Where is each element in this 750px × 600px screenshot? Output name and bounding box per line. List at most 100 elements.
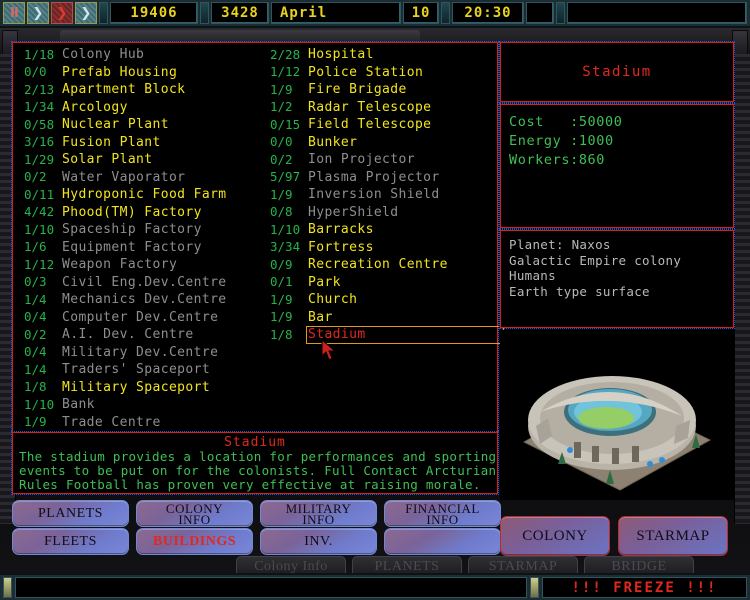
building-row[interactable]: 0/2 A.I. Dev. Centre xyxy=(16,326,262,344)
building-quantity: 0/11 xyxy=(24,186,55,202)
building-quantity: 4/42 xyxy=(24,204,55,219)
building-name: Computer Dev.Centre xyxy=(62,309,219,325)
building-quantity: 1/9 xyxy=(270,81,293,97)
financial-info-button[interactable]: FINANCIAL INFO xyxy=(384,500,501,527)
building-quantity: 0/4 xyxy=(24,309,47,324)
building-row[interactable]: 1/34 Arcology xyxy=(16,99,262,117)
colony-info-button-sublabel: INFO xyxy=(178,511,211,527)
starmap-button[interactable]: STARMAP xyxy=(618,516,728,556)
building-row[interactable]: 0/58 Nuclear Plant xyxy=(16,116,262,134)
building-quantity: 1/4 xyxy=(24,361,47,377)
building-row[interactable]: 0/11 Hydroponic Food Farm xyxy=(16,186,262,204)
building-row[interactable]: 1/6 Equipment Factory xyxy=(16,239,262,257)
building-row[interactable]: 1/9 Trade Centre xyxy=(16,414,262,432)
building-row[interactable]: 0/0 Bunker xyxy=(262,134,492,152)
building-row[interactable]: 0/2 Water Vaporator xyxy=(16,169,262,187)
building-row[interactable]: 5/97 Plasma Projector xyxy=(262,169,492,187)
building-row[interactable]: 3/16 Fusion Plant xyxy=(16,134,262,152)
building-row[interactable]: 1/29 Solar Plant xyxy=(16,151,262,169)
starmap-button-label: STARMAP xyxy=(636,527,710,544)
building-row[interactable]: 1/18 Colony Hub xyxy=(16,46,262,64)
button-row-primary: PLANETS COLONY INFO MILITARY INFO FINANCIAL IN… xyxy=(12,500,501,527)
building-row[interactable]: 0/0 Prefab Housing xyxy=(16,64,262,82)
building-row[interactable]: 1/10 Barracks xyxy=(262,221,492,239)
building-row[interactable]: 0/2 Ion Projector xyxy=(262,151,492,169)
play-button[interactable]: ❯ xyxy=(27,2,49,24)
building-name: Equipment Factory xyxy=(62,239,202,255)
blank-button[interactable] xyxy=(384,528,501,555)
building-row[interactable]: 0/9 Recreation Centre xyxy=(262,256,492,274)
main-frame: 1/18 Colony Hub 0/0 Prefab Housing 2/13 Apart… xyxy=(0,28,750,578)
financial-info-button-sublabel: INFO xyxy=(426,511,459,527)
military-info-button[interactable]: MILITARY INFO xyxy=(260,500,377,527)
building-row[interactable]: 1/9 Inversion Shield xyxy=(262,186,492,204)
stadium-render xyxy=(522,376,712,491)
planet-info-line: Galactic Empire colony xyxy=(509,252,682,268)
play-button-glyph: ❯ xyxy=(32,5,44,21)
building-name: HyperShield xyxy=(308,204,399,220)
building-row[interactable]: 0/3 Civil Eng.Dev.Centre xyxy=(16,274,262,292)
building-row[interactable]: 1/8 Military Spaceport xyxy=(16,379,262,397)
building-row[interactable]: 4/42 Phood(TM) Factory xyxy=(16,204,262,222)
building-name: Prefab Housing xyxy=(62,64,178,80)
building-row[interactable]: 1/8 Stadium xyxy=(262,326,504,344)
description-text: The stadium provides a location for perf… xyxy=(19,449,497,492)
building-row[interactable]: 3/34 Fortress xyxy=(262,239,492,257)
building-name: Military Dev.Centre xyxy=(62,344,219,360)
building-row[interactable]: 2/28 Hospital xyxy=(262,46,492,64)
colony-info-button[interactable]: COLONY INFO xyxy=(136,500,253,527)
building-quantity: 1/12 xyxy=(270,64,301,79)
building-row[interactable]: 0/1 Park xyxy=(262,274,492,292)
building-quantity: 0/2 xyxy=(24,169,47,184)
building-3d-view xyxy=(500,330,734,500)
buildings-list-panel[interactable]: 1/18 Colony Hub 0/0 Prefab Housing 2/13 Apart… xyxy=(11,41,504,443)
message-slot xyxy=(567,2,747,24)
building-row[interactable]: 1/2 Radar Telescope xyxy=(262,99,492,117)
pause-button[interactable]: II xyxy=(3,2,25,24)
building-row[interactable]: 0/8 HyperShield xyxy=(262,204,492,222)
building-row[interactable]: 1/9 Fire Brigade xyxy=(262,81,492,99)
status-lug xyxy=(3,577,12,598)
fast-forward-button[interactable]: ❯ xyxy=(51,2,73,24)
planets-button[interactable]: PLANETS xyxy=(12,500,129,527)
building-row[interactable]: 1/4 Mechanics Dev.Centre xyxy=(16,291,262,309)
building-row[interactable]: 1/9 Church xyxy=(262,291,492,309)
fleets-button-label: FLEETS xyxy=(44,534,97,549)
building-quantity: 0/9 xyxy=(270,256,293,272)
button-row-right: COLONY STARMAP xyxy=(500,516,728,556)
building-quantity: 0/8 xyxy=(270,204,293,219)
building-row[interactable]: 1/12 Police Station xyxy=(262,64,492,82)
building-row[interactable]: 1/12 Weapon Factory xyxy=(16,256,262,274)
building-quantity: 1/29 xyxy=(24,151,55,167)
building-row[interactable]: 1/10 Bank xyxy=(16,396,262,414)
building-name: Park xyxy=(308,274,341,290)
building-quantity: 0/3 xyxy=(24,274,47,289)
turbo-button[interactable]: ❯ xyxy=(75,2,97,24)
building-row[interactable]: 1/9 Bar xyxy=(262,309,492,327)
building-row[interactable]: 0/4 Computer Dev.Centre xyxy=(16,309,262,327)
building-name: Police Station xyxy=(308,64,424,80)
description-line: The stadium provides a location for perf… xyxy=(19,449,497,464)
building-quantity: 1/18 xyxy=(24,46,55,62)
inventory-button[interactable]: INV. xyxy=(260,528,377,555)
building-row[interactable]: 0/4 Military Dev.Centre xyxy=(16,344,262,362)
building-row[interactable]: 1/4 Traders' Spaceport xyxy=(16,361,262,379)
description-title: Stadium xyxy=(224,435,286,450)
building-name: Stadium xyxy=(308,327,366,343)
building-name: Plasma Projector xyxy=(308,169,440,185)
building-row[interactable]: 0/15 Field Telescope xyxy=(262,116,492,134)
building-name: Trade Centre xyxy=(62,414,161,430)
fleets-button[interactable]: FLEETS xyxy=(12,528,129,555)
building-name: Solar Plant xyxy=(62,152,153,168)
building-row[interactable]: 1/10 Spaceship Factory xyxy=(16,221,262,239)
building-row[interactable]: 2/13 Apartment Block xyxy=(16,81,262,99)
building-name: Bunker xyxy=(308,134,358,150)
colony-button[interactable]: COLONY xyxy=(500,516,610,556)
building-quantity: 0/0 xyxy=(24,64,47,79)
top-bar: II ❯ ❯ ❯ 19406 3428 April 10 20:30 xyxy=(0,0,750,28)
building-name: Weapon Factory xyxy=(62,257,178,273)
buildings-button[interactable]: BUILDINGS xyxy=(136,528,253,555)
building-quantity: 1/9 xyxy=(24,414,47,429)
building-quantity: 2/28 xyxy=(270,46,301,62)
building-quantity: 1/9 xyxy=(270,309,293,324)
